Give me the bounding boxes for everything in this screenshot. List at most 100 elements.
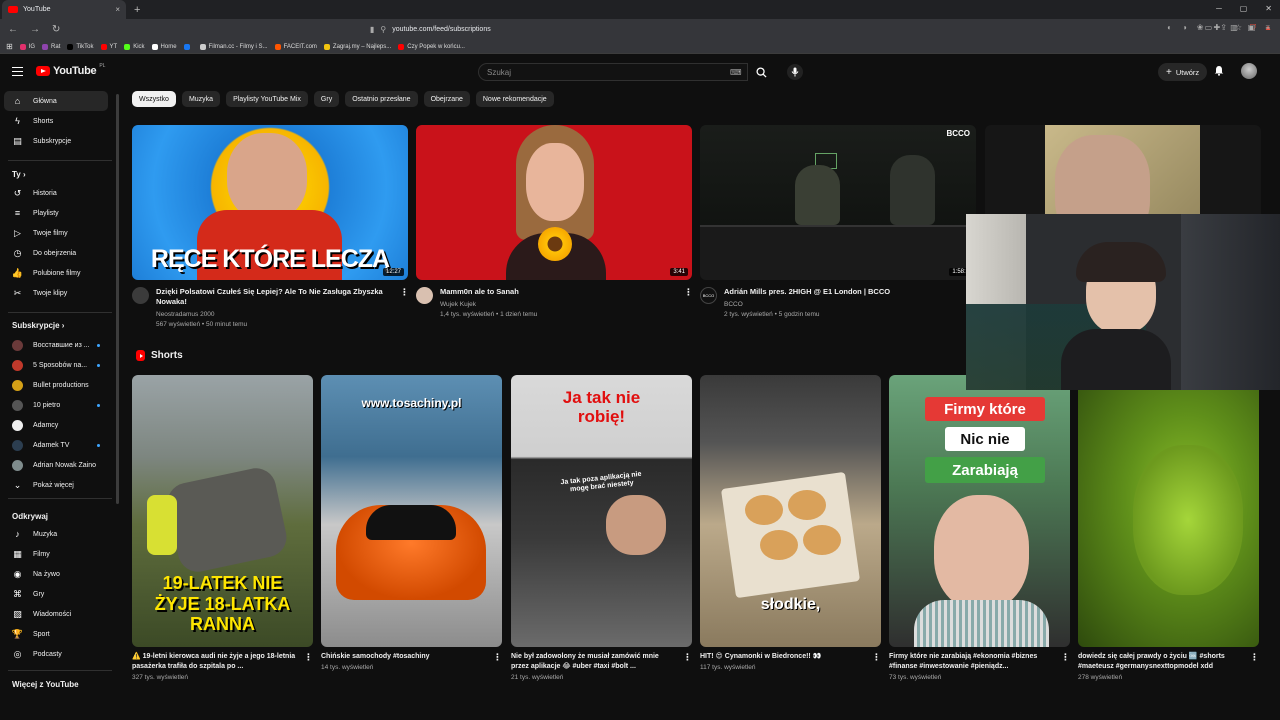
apps-icon[interactable]: ⊞ bbox=[6, 42, 13, 51]
new-tab-button[interactable]: + bbox=[134, 4, 140, 16]
sidebar-item[interactable]: ϟ Shorts bbox=[4, 111, 108, 131]
account-avatar[interactable] bbox=[1241, 63, 1257, 79]
bookmark-item[interactable]: Kick bbox=[124, 43, 145, 50]
puzzle-icon[interactable]: ✚ bbox=[1214, 23, 1221, 32]
sidebar-section-header[interactable]: Więcej z YouTube bbox=[12, 680, 79, 689]
video-title[interactable]: Dzięki Polsatowi Czułeś Się Lepiej? Ale … bbox=[156, 287, 386, 307]
site-info-icon[interactable]: ⚲ bbox=[380, 25, 386, 34]
menu-icon[interactable]: ≡ bbox=[1265, 23, 1270, 32]
sidebar-item[interactable]: ▤ Subskrypcje bbox=[4, 131, 108, 151]
search-button[interactable] bbox=[750, 63, 772, 81]
short-title[interactable]: Nie był zadowolony że musiał zamówić mni… bbox=[511, 652, 677, 672]
video-title[interactable]: Mamm0n ale to Sanah bbox=[440, 287, 670, 297]
short-title[interactable]: HIT! 😍 Cynamonki w Biedronce!! 👀 bbox=[700, 652, 866, 662]
extension-icon[interactable]: ❀ bbox=[1197, 23, 1204, 32]
video-thumbnail[interactable]: BCCO 1:58:3 bbox=[700, 125, 976, 280]
short-title[interactable]: ⚠️ 19-letni kierowca audi nie żyje a jeg… bbox=[132, 652, 298, 672]
sidebar-item[interactable]: ◎ Podcasty bbox=[4, 644, 108, 664]
bookmark-item[interactable]: TikTok bbox=[67, 43, 94, 50]
keyboard-icon[interactable]: ⌨ bbox=[730, 68, 742, 77]
extension-icon[interactable]: ◑ bbox=[1182, 23, 1187, 32]
more-actions-icon[interactable]: ⋮ bbox=[400, 287, 409, 298]
sidebar-item[interactable]: ◉ Na żywo bbox=[4, 564, 108, 584]
sidebar-section-header[interactable]: Ty › bbox=[12, 170, 26, 179]
short-thumbnail[interactable] bbox=[1078, 375, 1259, 647]
sidebar-item[interactable]: 👍 Polubione filmy bbox=[4, 263, 108, 283]
sidebar-item[interactable]: ↺ Historia bbox=[4, 183, 108, 203]
back-icon[interactable]: ← bbox=[8, 24, 18, 35]
channel-avatar[interactable] bbox=[416, 287, 433, 304]
filter-chip[interactable]: Muzyka bbox=[181, 91, 221, 107]
video-thumbnail[interactable]: RĘCE KTÓRE LECZĄ 12:27 bbox=[132, 125, 408, 280]
sidebar-item[interactable]: ♪ Muzyka bbox=[4, 524, 108, 544]
sidebar-item[interactable]: ✂ Twoje klipy bbox=[4, 283, 108, 303]
filter-chip[interactable]: Ostatnio przesłane bbox=[345, 91, 418, 107]
bookmark-item[interactable] bbox=[183, 43, 193, 50]
sidebar-item[interactable]: Восставшие из ... bbox=[4, 335, 108, 355]
sidebar-item[interactable]: ⌄ Pokaż więcej bbox=[4, 475, 108, 495]
close-tab-icon[interactable]: × bbox=[115, 5, 120, 14]
channel-avatar[interactable] bbox=[132, 287, 149, 304]
bookmark-icon[interactable]: ▮ bbox=[370, 25, 374, 34]
more-actions-icon[interactable]: ⋮ bbox=[1250, 652, 1259, 663]
video-channel[interactable]: Neostradamus 2000 bbox=[156, 311, 215, 318]
short-thumbnail[interactable]: Ja tak nie robię! Ja tak poza aplikacją … bbox=[511, 375, 692, 647]
sidebar-item[interactable]: ▧ Wiadomości bbox=[4, 604, 108, 624]
sidebar-item[interactable]: ▷ Twoje filmy bbox=[4, 223, 108, 243]
youtube-logo[interactable]: YouTube PL bbox=[36, 63, 105, 77]
sidebar-item[interactable]: 5 Sposobów na... bbox=[4, 355, 108, 375]
browser-tab[interactable]: YouTube × bbox=[2, 0, 126, 19]
minimize-icon[interactable]: ─ bbox=[1216, 4, 1222, 13]
video-channel[interactable]: BCCO bbox=[724, 301, 743, 308]
bookmark-item[interactable]: Czy Popek w końcu... bbox=[398, 43, 465, 50]
bookmark-item[interactable]: Filman.cc - Filmy i S... bbox=[199, 43, 268, 50]
bookmark-item[interactable]: YT bbox=[100, 43, 117, 50]
short-thumbnail[interactable]: 19-LATEK NIE ŻYJE 18-LATKA RANNA bbox=[132, 375, 313, 647]
sidebar-item[interactable]: 🏆 Sport bbox=[4, 624, 108, 644]
omnibox[interactable]: ▮ ⚲ youtube.com/feed/subscriptions bbox=[370, 22, 910, 37]
bookmark-item[interactable]: Rat bbox=[42, 43, 60, 50]
sidebar-item[interactable]: Adamek TV bbox=[4, 435, 108, 455]
bookmark-item[interactable]: Home bbox=[151, 43, 177, 50]
video-title[interactable]: Adrián Mills pres. 2HIGH @ E1 London | B… bbox=[724, 287, 954, 297]
short-thumbnail[interactable]: Firmy które Nic nie Zarabiają bbox=[889, 375, 1070, 647]
filter-chip[interactable]: Nowe rekomendacje bbox=[475, 91, 554, 107]
voice-search-button[interactable] bbox=[787, 64, 803, 80]
filter-chip[interactable]: Gry bbox=[313, 91, 340, 107]
notifications-icon[interactable] bbox=[1214, 65, 1224, 79]
sidebar-item[interactable]: ▦ Filmy bbox=[4, 544, 108, 564]
short-title[interactable]: Firmy które nie zarabiają #ekonomia #biz… bbox=[889, 652, 1055, 672]
sidebar-item[interactable]: ⌂ Główna bbox=[4, 91, 108, 111]
bookmark-item[interactable]: IG bbox=[19, 43, 35, 50]
filter-chip[interactable]: Playlisty YouTube Mix bbox=[226, 91, 308, 107]
more-actions-icon[interactable]: ⋮ bbox=[684, 287, 693, 298]
bookmark-item[interactable]: FACEIT.com bbox=[274, 43, 317, 50]
short-thumbnail[interactable]: słodkie, bbox=[700, 375, 881, 647]
video-thumbnail[interactable]: 3:41 bbox=[416, 125, 692, 280]
video-channel[interactable]: Wujek Kujek bbox=[440, 301, 476, 308]
short-title[interactable]: dowiedz się całej prawdy o życiu 🆒 #shor… bbox=[1078, 652, 1244, 672]
sidebar-scrollbar[interactable] bbox=[116, 94, 119, 504]
sidebar-item[interactable]: Adamcy bbox=[4, 415, 108, 435]
guide-menu-icon[interactable] bbox=[12, 67, 23, 76]
sidebar-item[interactable]: ◷ Do obejrzenia bbox=[4, 243, 108, 263]
more-actions-icon[interactable]: ⋮ bbox=[1061, 652, 1070, 663]
sidebar-icon[interactable]: ▥ bbox=[1230, 23, 1238, 32]
sidebar-section-header[interactable]: Odkrywaj bbox=[12, 512, 48, 521]
more-actions-icon[interactable]: ⋮ bbox=[872, 652, 881, 663]
forward-icon[interactable]: → bbox=[30, 24, 40, 35]
sidebar-section-header[interactable]: Subskrypcje › bbox=[12, 321, 64, 330]
search-input[interactable]: Szukaj bbox=[478, 63, 748, 81]
close-window-icon[interactable]: ✕ bbox=[1265, 4, 1272, 13]
sidebar-item[interactable]: ⌘ Gry bbox=[4, 584, 108, 604]
url-text[interactable]: youtube.com/feed/subscriptions bbox=[392, 26, 490, 33]
more-actions-icon[interactable]: ⋮ bbox=[683, 652, 692, 663]
sidebar-item[interactable]: ≡ Playlisty bbox=[4, 203, 108, 223]
extension-icon[interactable]: ◐ bbox=[1167, 23, 1172, 32]
maximize-icon[interactable]: ▢ bbox=[1240, 4, 1248, 13]
bookmark-item[interactable]: Zagraj.my – Najleps... bbox=[323, 43, 391, 50]
channel-avatar[interactable]: BCCO bbox=[700, 287, 717, 304]
short-thumbnail[interactable]: www.tosachiny.pl bbox=[321, 375, 502, 647]
more-actions-icon[interactable]: ⋮ bbox=[304, 652, 313, 663]
sidebar-item[interactable]: Bullet productions bbox=[4, 375, 108, 395]
